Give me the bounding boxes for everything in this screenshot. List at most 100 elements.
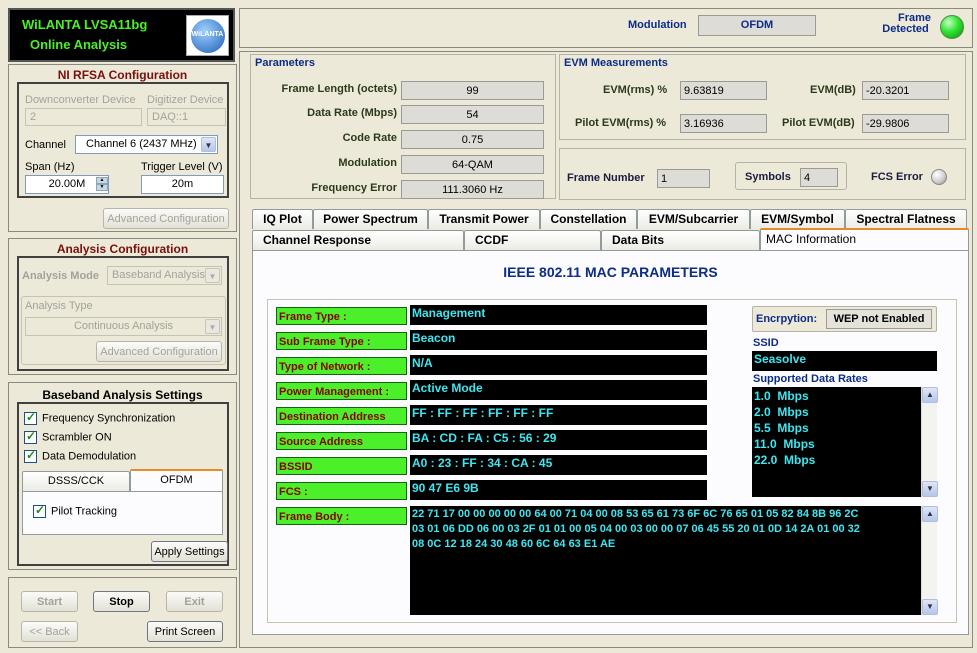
pilot-rms-label: Pilot EVM(rms) % (575, 117, 667, 129)
tab-channel-response[interactable]: Channel Response (252, 230, 464, 250)
rates-label: Supported Data Rates (753, 373, 868, 385)
spin-down-icon[interactable]: ▼ (96, 184, 108, 191)
freq-sync-checkbox[interactable]: Frequency Synchronization (24, 410, 176, 425)
frame-body-box: 22 71 17 00 00 00 00 00 64 00 71 04 00 0… (410, 506, 938, 615)
mac-label-frame-type: Frame Type : (276, 307, 407, 325)
scroll-down-icon[interactable]: ▼ (922, 481, 938, 497)
evm-db-label: EVM(dB) (810, 84, 856, 96)
tab-iq-plot[interactable]: IQ Plot (252, 209, 313, 229)
param-code-rate-label: Code Rate (342, 132, 397, 144)
frame-detected-label: Frame Detected (880, 13, 931, 35)
mac-value-source-addr: BA : CD : FA : C5 : 56 : 29 (410, 430, 707, 450)
channel-select[interactable]: Channel 6 (2437 MHz) ▼ (75, 135, 218, 154)
analysis-type-label: Analysis Type (25, 300, 93, 312)
rfsa-title: NI RFSA Configuration (57, 68, 188, 82)
modulation-label: Modulation (628, 19, 687, 31)
param-modulation-label: Modulation (338, 157, 397, 169)
back-button[interactable]: << Back (21, 621, 78, 642)
tab-spectral-flatness[interactable]: Spectral Flatness (845, 209, 967, 229)
mac-label-fcs: FCS : (276, 482, 407, 500)
fcs-error-label: FCS Error (871, 171, 923, 183)
rate-item: 11.0 Mbps (754, 437, 815, 451)
mac-value-sub-frame-type: Beacon (410, 330, 707, 350)
mac-heading: IEEE 802.11 MAC PARAMETERS (503, 264, 718, 280)
tab-evm-symbol[interactable]: EVM/Symbol (750, 209, 845, 229)
tab-power-spectrum[interactable]: Power Spectrum (313, 209, 428, 229)
tab-data-bits[interactable]: Data Bits (601, 230, 760, 250)
mac-label-source-addr: Source Address (276, 432, 407, 450)
mac-value-frame-type: Management (410, 305, 707, 325)
mac-label-network-type: Type of Network : (276, 357, 407, 375)
pilot-rms-value: 3.16936 (680, 114, 767, 133)
mac-label-power-mgmt: Power Management : (276, 382, 407, 400)
param-frame-length-value: 99 (401, 81, 544, 100)
trigger-input[interactable]: 20m (141, 175, 224, 194)
parameters-title: Parameters (255, 57, 315, 69)
frame-number-label: Frame Number (567, 172, 645, 184)
scroll-down-icon[interactable]: ▼ (922, 599, 938, 615)
tab-ofdm[interactable]: OFDM (130, 469, 223, 491)
demod-checkbox[interactable]: Data Demodulation (24, 448, 137, 463)
rate-item: 5.5 Mbps (754, 421, 809, 435)
pilot-db-value: -29.9806 (862, 114, 949, 133)
scrambler-label: Scrambler ON (42, 431, 112, 444)
rates-scrollbar[interactable]: ▲ ▼ (921, 387, 938, 497)
downconverter-field: 2 (25, 108, 142, 126)
print-screen-button[interactable]: Print Screen (147, 621, 223, 642)
frame-body-line-3: 08 0C 12 18 24 30 48 60 6C 64 63 E1 AE (412, 538, 616, 550)
ofdm-tab-content: Pilot Tracking (22, 491, 223, 535)
param-freq-error-value: 111.3060 Hz (401, 180, 544, 199)
analysis-mode-value: Baseband Analysis (112, 269, 205, 281)
apply-settings-button[interactable]: Apply Settings (151, 541, 228, 562)
encryption-label: Encrpytion: (756, 313, 818, 325)
ssid-label: SSID (753, 337, 779, 349)
rfsa-config-panel: NI RFSA Configuration Downconverter Devi… (8, 64, 237, 232)
chevron-down-icon: ▼ (205, 319, 220, 334)
stop-button[interactable]: Stop (93, 591, 150, 612)
analysis-mode-label: Analysis Mode (22, 270, 100, 282)
app-title-line1: WiLANTA LVSA11bg (22, 17, 148, 32)
ssid-value: Seasolve (752, 351, 937, 371)
rfsa-inner: Downconverter Device 2 Digitizer Device … (17, 82, 229, 198)
mac-label-sub-frame-type: Sub Frame Type : (276, 332, 407, 350)
span-spinner[interactable]: ▲ ▼ (96, 177, 108, 192)
scroll-up-icon[interactable]: ▲ (922, 387, 938, 403)
tab-transmit-power[interactable]: Transmit Power (428, 209, 540, 229)
mac-value-bssid: A0 : 23 : FF : 34 : CA : 45 (410, 455, 707, 475)
analysis-mode-select: Baseband Analysis ▼ (107, 266, 222, 285)
rfsa-advanced-button[interactable]: Advanced Configuration (103, 208, 229, 229)
frame-number-value: 1 (657, 169, 710, 188)
freq-sync-label: Frequency Synchronization (42, 412, 176, 425)
start-button[interactable]: Start (21, 591, 78, 612)
demod-label: Data Demodulation (42, 450, 137, 463)
baseband-title: Baseband Analysis Settings (42, 388, 203, 402)
mac-value-network-type: N/A (410, 355, 707, 375)
tab-mac-information[interactable]: MAC Information (760, 228, 969, 251)
baseband-panel: Baseband Analysis Settings Frequency Syn… (8, 382, 237, 570)
trigger-label: Trigger Level (V) (141, 161, 223, 173)
mac-value-dest-addr: FF : FF : FF : FF : FF : FF (410, 405, 707, 425)
tab-ccdf[interactable]: CCDF (464, 230, 601, 250)
tab-evm-subcarrier[interactable]: EVM/Subcarrier (637, 209, 750, 229)
param-modulation-value: 64-QAM (401, 155, 544, 174)
scrambler-checkbox[interactable]: Scrambler ON (24, 429, 112, 444)
app-title-panel: WiLANTA LVSA11bg Online Analysis WiLANTA (8, 8, 235, 62)
frame-body-scrollbar[interactable]: ▲ ▼ (921, 506, 938, 615)
analysis-title: Analysis Configuration (56, 242, 189, 256)
pilot-tracking-checkbox[interactable]: Pilot Tracking (33, 503, 117, 518)
chevron-down-icon[interactable]: ▼ (201, 137, 216, 152)
exit-button[interactable]: Exit (166, 591, 223, 612)
scroll-up-icon[interactable]: ▲ (922, 506, 938, 522)
rate-item: 1.0 Mbps (754, 389, 809, 403)
rates-list: 1.0 Mbps 2.0 Mbps 5.5 Mbps 11.0 Mbps 22.… (752, 387, 938, 497)
analysis-type-group: Analysis Type Continuous Analysis ▼ Adva… (21, 296, 226, 365)
analysis-advanced-button[interactable]: Advanced Configuration (96, 341, 222, 362)
param-freq-error-label: Frequency Error (311, 182, 397, 194)
tab-constellation[interactable]: Constellation (540, 209, 637, 229)
app-title-line2: Online Analysis (30, 37, 128, 52)
analysis-inner: Analysis Mode Baseband Analysis ▼ Analys… (17, 256, 229, 371)
frame-body-line-2: 03 01 06 DD 06 00 03 2F 01 01 00 05 04 0… (412, 523, 860, 535)
tab-dsss-cck[interactable]: DSSS/CCK (22, 471, 130, 491)
spin-up-icon[interactable]: ▲ (96, 177, 108, 184)
analysis-type-select: Continuous Analysis ▼ (25, 317, 222, 336)
